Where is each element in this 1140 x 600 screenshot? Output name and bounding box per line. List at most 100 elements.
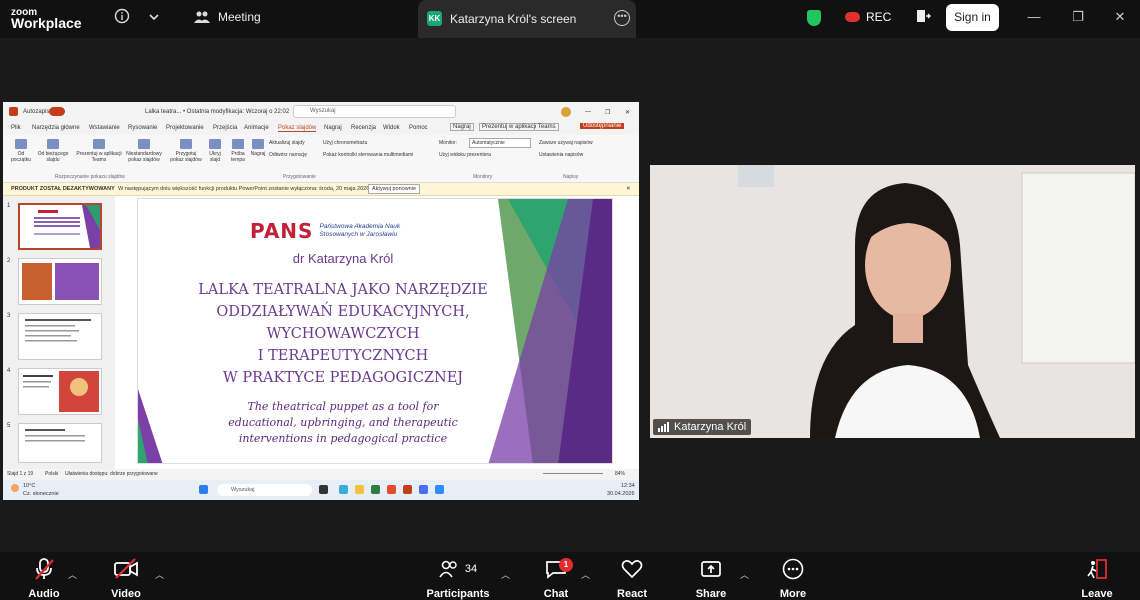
video-options-chevron-icon[interactable]: ︿	[155, 568, 164, 581]
tab-slideshow[interactable]: Pokaz slajdów	[278, 125, 317, 132]
edge-icon[interactable]	[339, 485, 348, 494]
group-label: Przygotowanie	[283, 174, 316, 180]
from-current-button[interactable]: Od bieżącego slajdu	[36, 139, 70, 163]
autosave-toggle[interactable]	[49, 107, 65, 116]
tab-record[interactable]: Nagraj	[324, 125, 342, 131]
close-icon[interactable]: ✕	[1113, 10, 1127, 24]
shared-screen-label: Katarzyna Król's screen	[450, 12, 577, 26]
from-beginning-button[interactable]: Od początku	[9, 139, 33, 163]
ribbon: Od początku Od bieżącego slajdu Prezentu…	[3, 135, 639, 183]
file-explorer-icon[interactable]	[355, 485, 364, 494]
word-icon[interactable]	[419, 485, 428, 494]
more-button[interactable]: More	[775, 552, 811, 600]
chrome-icon[interactable]	[387, 485, 396, 494]
tab-transitions[interactable]: Przejścia	[213, 125, 237, 131]
restore-icon[interactable]: ❐	[1071, 10, 1085, 24]
slide-thumbnail[interactable]	[18, 423, 102, 463]
monitor-select[interactable]: Automatycznie	[469, 138, 531, 148]
tab-view[interactable]: Widok	[383, 125, 400, 131]
more-options-icon[interactable]: •••	[614, 10, 630, 26]
minimize-icon[interactable]: —	[1027, 10, 1041, 24]
weather-icon[interactable]	[11, 484, 19, 492]
tab-home[interactable]: Narzędzia główne	[32, 125, 80, 131]
share-screen-button[interactable]: Share	[693, 552, 729, 600]
always-subtitles-checkbox[interactable]: Zawsze używaj napisów	[539, 140, 593, 146]
hide-slide-button[interactable]: Ukryj slajd	[205, 139, 225, 163]
shared-screen-tab[interactable]: KK Katarzyna Król's screen •••	[418, 0, 636, 38]
powerpoint-titlebar: Autozapis Lalka teatra... • Ostatnia mod…	[3, 102, 639, 122]
video-button[interactable]: Video	[104, 552, 148, 600]
tab-file[interactable]: Plik	[11, 125, 21, 131]
zoom-taskbar-icon[interactable]	[435, 485, 444, 494]
group-label: Monitory	[473, 174, 493, 180]
chat-unread-badge: 1	[559, 558, 573, 572]
powerpoint-icon	[9, 107, 18, 116]
security-shield-icon[interactable]	[807, 10, 821, 26]
slide-thumbnail[interactable]	[18, 313, 102, 360]
recording-indicator[interactable]: REC	[845, 10, 891, 24]
tab-design[interactable]: Projektowanie	[166, 125, 204, 131]
powerpoint-taskbar-icon[interactable]	[403, 485, 412, 494]
zoom-slider[interactable]	[543, 473, 603, 474]
close-icon[interactable]: ✕	[625, 109, 630, 116]
leave-icon	[1078, 552, 1116, 580]
present-teams-button[interactable]: Prezentuj w aplikacji Teams	[76, 139, 122, 163]
sign-in-button[interactable]: Sign in	[946, 4, 999, 31]
search-input[interactable]: Wyszukaj	[293, 105, 456, 118]
update-slides-checkbox[interactable]: Aktualizuj slajdy	[269, 140, 305, 146]
audio-options-chevron-icon[interactable]: ︿	[68, 568, 77, 581]
close-icon[interactable]: ✕	[626, 186, 631, 192]
tab-animations[interactable]: Animacje	[244, 125, 269, 131]
document-title[interactable]: Lalka teatra... • Ostatnia modyfikacja: …	[145, 109, 289, 115]
share-button[interactable]: Udostępnianie	[580, 123, 625, 129]
slide-thumbnail[interactable]	[18, 203, 102, 250]
participant-video-tile[interactable]: Katarzyna Król	[650, 165, 1135, 438]
audio-button[interactable]: Audio	[22, 552, 66, 600]
heart-icon	[614, 552, 650, 580]
cloud-record-icon	[845, 12, 860, 22]
setup-show-button[interactable]: Przygotuj pokaz slajdów	[169, 139, 203, 163]
avatar: KK	[427, 11, 442, 26]
shared-screen: Autozapis Lalka teatra... • Ostatnia mod…	[3, 102, 639, 500]
reactivate-button[interactable]: Aktywuj ponownie	[368, 184, 421, 194]
tab-insert[interactable]: Wstawianie	[89, 125, 120, 131]
participant-video	[650, 165, 1135, 438]
meeting-button[interactable]: Meeting	[194, 10, 261, 24]
tab-draw[interactable]: Rysowanie	[128, 125, 157, 131]
rehearse-button[interactable]: Próba tempa	[227, 139, 249, 163]
record-ribbon-button[interactable]: Nagraj	[249, 139, 267, 157]
play-narration-checkbox[interactable]: Odtwórz narrację	[269, 152, 307, 158]
user-avatar[interactable]	[561, 107, 571, 117]
participants-icon	[194, 11, 210, 23]
tab-help[interactable]: Pomoc	[409, 125, 428, 131]
custom-show-button[interactable]: Niestandardowy pokaz slajdów	[121, 139, 167, 163]
media-controls-checkbox[interactable]: Pokaż kontrolki sterowania multimediami	[323, 152, 413, 158]
task-view-icon[interactable]	[319, 485, 328, 494]
minimize-icon[interactable]: —	[585, 109, 591, 115]
taskbar-search[interactable]: Wyszukaj	[217, 484, 312, 496]
react-button[interactable]: React	[614, 552, 650, 600]
use-timings-checkbox[interactable]: Użyj chronometrażu	[323, 140, 367, 146]
share-options-chevron-icon[interactable]: ︿	[740, 568, 749, 581]
record-button[interactable]: Nagraj	[450, 123, 474, 131]
subtitle-settings-button[interactable]: Ustawienia napisów	[539, 152, 583, 158]
top-bar: zoom Workplace Meeting KK Katarzyna Król…	[0, 0, 1140, 38]
windows-start-icon[interactable]	[199, 485, 208, 494]
leave-door-icon[interactable]	[913, 8, 933, 28]
info-icon[interactable]	[112, 8, 132, 28]
slide-thumbnail[interactable]	[18, 368, 102, 415]
zoom-logo: zoom Workplace	[11, 7, 82, 31]
participants-button[interactable]: 34 Participants	[426, 552, 490, 600]
restore-icon[interactable]: ❐	[605, 109, 610, 116]
slide-thumbnail[interactable]	[18, 258, 102, 305]
present-in-teams-button[interactable]: Prezentuj w aplikacji Teams	[479, 123, 559, 131]
participants-options-chevron-icon[interactable]: ︿	[501, 568, 510, 581]
store-icon[interactable]	[371, 485, 380, 494]
signal-icon	[658, 422, 669, 432]
chevron-down-icon[interactable]	[144, 8, 164, 28]
tab-review[interactable]: Recenzja	[351, 125, 376, 131]
leave-button[interactable]: Leave	[1078, 552, 1116, 600]
chat-options-chevron-icon[interactable]: ︿	[581, 568, 590, 581]
slide-thumbnails: 1 2 3 4 5	[3, 196, 115, 469]
presenter-view-checkbox[interactable]: Użyj widoku prezentera	[439, 152, 491, 158]
